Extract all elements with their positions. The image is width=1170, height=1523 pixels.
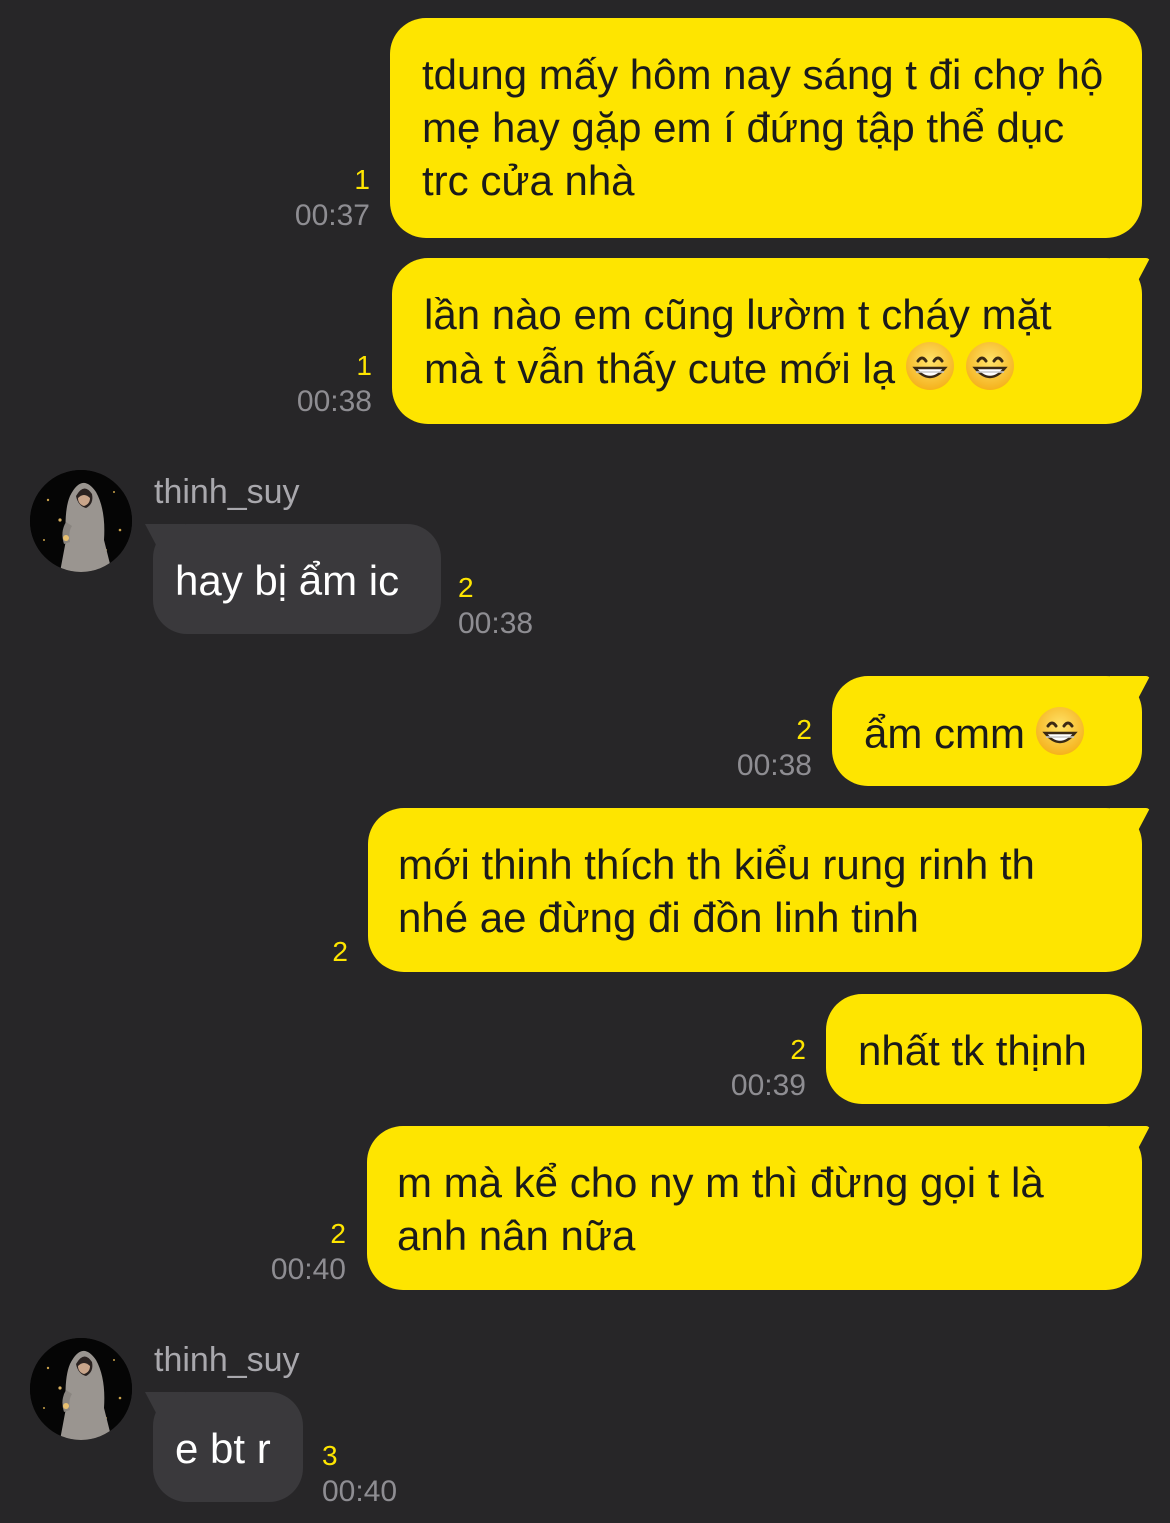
- message-time: 00:40: [322, 1475, 398, 1508]
- sender-name: thinh_suy: [154, 473, 300, 511]
- message-text: hay bị ẩm ic: [175, 557, 400, 604]
- avatar[interactable]: [30, 470, 132, 572]
- grinning-face-icon: [905, 341, 955, 391]
- unread-count: 2: [332, 936, 348, 967]
- message-time: 00:40: [270, 1253, 346, 1286]
- chat-thread: 1 00:37 tdung mấy hôm nay sáng t đi chợ …: [0, 0, 1170, 1523]
- message-time: 00:38: [736, 749, 812, 782]
- user-avatar-icon: [30, 1338, 132, 1440]
- sender-name: thinh_suy: [154, 1341, 300, 1379]
- message-meta: 2 00:38: [458, 570, 533, 642]
- message-time: 00:38: [458, 607, 534, 640]
- message-time: 00:38: [296, 385, 372, 418]
- unread-count: 2: [330, 1218, 346, 1249]
- unread-count: 1: [354, 164, 370, 195]
- message-meta: 2 00:39: [731, 1032, 806, 1104]
- message-text: tdung mấy hôm nay sáng t đi chợ hộ mẹ ha…: [422, 51, 1104, 204]
- message-time: 00:39: [730, 1069, 806, 1102]
- sent-message-bubble[interactable]: ẩm cmm: [832, 676, 1142, 786]
- unread-count: 2: [790, 1034, 806, 1065]
- message-meta: 1 00:38: [297, 348, 372, 420]
- sent-message-bubble[interactable]: m mà kể cho ny m thì đừng gọi t là anh n…: [367, 1126, 1142, 1290]
- user-avatar-icon: [30, 470, 132, 572]
- message-text: nhất tk thịnh: [858, 1027, 1087, 1074]
- message-meta: 1 00:37: [295, 162, 370, 234]
- sent-message-bubble[interactable]: tdung mấy hôm nay sáng t đi chợ hộ mẹ ha…: [390, 18, 1142, 238]
- message-text: lần nào em cũng lườm t cháy mặt mà t vẫn…: [424, 291, 1052, 392]
- avatar[interactable]: [30, 1338, 132, 1440]
- message-meta: 3 00:40: [322, 1438, 397, 1510]
- unread-count: 3: [322, 1440, 338, 1471]
- message-text: ẩm cmm: [864, 710, 1025, 757]
- message-meta: 2: [332, 934, 348, 970]
- message-text: mới thinh thích th kiểu rung rinh th nhé…: [398, 841, 1035, 941]
- unread-count: 2: [796, 714, 812, 745]
- unread-count: 2: [458, 572, 474, 603]
- grinning-face-icon: [965, 341, 1015, 391]
- received-message-bubble[interactable]: e bt r: [153, 1392, 303, 1502]
- message-text: m mà kể cho ny m thì đừng gọi t là anh n…: [397, 1159, 1044, 1259]
- sent-message-bubble[interactable]: nhất tk thịnh: [826, 994, 1142, 1104]
- message-time: 00:37: [294, 199, 370, 232]
- unread-count: 1: [356, 350, 372, 381]
- message-meta: 2 00:40: [271, 1216, 346, 1288]
- sent-message-bubble[interactable]: lần nào em cũng lườm t cháy mặt mà t vẫn…: [392, 258, 1142, 424]
- message-text: e bt r: [175, 1425, 271, 1472]
- sent-message-bubble[interactable]: mới thinh thích th kiểu rung rinh th nhé…: [368, 808, 1142, 972]
- received-message-bubble[interactable]: hay bị ẩm ic: [153, 524, 441, 634]
- message-meta: 2 00:38: [737, 712, 812, 784]
- grinning-face-icon: [1035, 706, 1085, 756]
